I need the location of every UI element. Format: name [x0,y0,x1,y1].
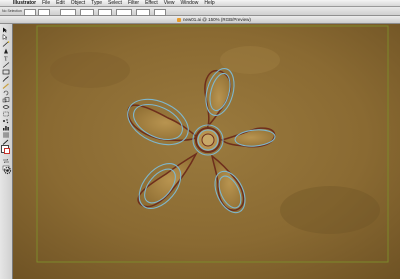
menu-file[interactable]: File [39,0,53,6]
paper-stain [50,52,130,88]
stroke-weight-field[interactable] [60,8,76,16]
scale-tool-icon[interactable] [1,97,11,103]
brush-dropdown[interactable] [80,8,94,16]
svg-text:T: T [4,57,8,62]
fill-color-dropdown[interactable] [24,8,36,16]
rectangle-tool-icon[interactable] [1,69,11,75]
pencil-tool-icon[interactable] [1,83,11,89]
menu-type[interactable]: Type [88,0,105,6]
canvas-artwork [12,24,400,279]
stroke-color-swatch[interactable] [4,148,10,154]
preferences-button[interactable] [154,8,166,16]
menu-select[interactable]: Select [105,0,125,6]
gear-icon[interactable] [3,162,12,175]
document-title-bar: new01.ai @ 150% (RGB/Preview) [0,16,400,24]
pen-tool-icon[interactable] [1,48,11,54]
artboard-canvas[interactable] [12,24,400,279]
symbol-sprayer-tool-icon[interactable] [1,118,11,124]
menu-help[interactable]: Help [201,0,217,6]
tools-panel: T [0,24,13,279]
control-panel: No Selection [0,7,400,16]
line-segment-tool-icon[interactable] [1,62,11,68]
paintbrush-tool-icon[interactable] [1,76,11,82]
menu-edit[interactable]: Edit [53,0,68,6]
menu-effect[interactable]: Effect [142,0,161,6]
style-dropdown[interactable] [98,8,112,16]
menu-view[interactable]: View [161,0,178,6]
menu-window[interactable]: Window [178,0,202,6]
mesh-tool-icon[interactable] [1,132,11,138]
selection-tool-icon[interactable] [1,27,11,33]
type-tool-icon[interactable]: T [1,55,11,62]
menu-app-illustrator[interactable]: Illustrator [10,0,39,6]
document-icon [177,17,181,22]
direct-selection-tool-icon[interactable] [1,34,11,40]
menu-bar: Illustrator File Edit Object Type Select… [0,0,400,7]
document-title: new01.ai @ 150% (RGB/Preview) [183,17,251,22]
rotate-tool-icon[interactable] [1,90,11,96]
menu-filter[interactable]: Filter [125,0,142,6]
magic-wand-tool-icon[interactable] [1,41,11,47]
document-setup-button[interactable] [136,8,150,16]
flower-center[interactable] [195,127,221,153]
selection-status-label: No Selection [2,9,22,13]
stroke-color-dropdown[interactable] [38,8,50,16]
free-transform-tool-icon[interactable] [1,111,11,117]
opacity-field[interactable] [116,8,132,16]
graph-tool-icon[interactable] [1,125,11,131]
warp-tool-icon[interactable] [1,104,11,110]
menu-object[interactable]: Object [68,0,88,6]
paper-stain [280,186,380,234]
